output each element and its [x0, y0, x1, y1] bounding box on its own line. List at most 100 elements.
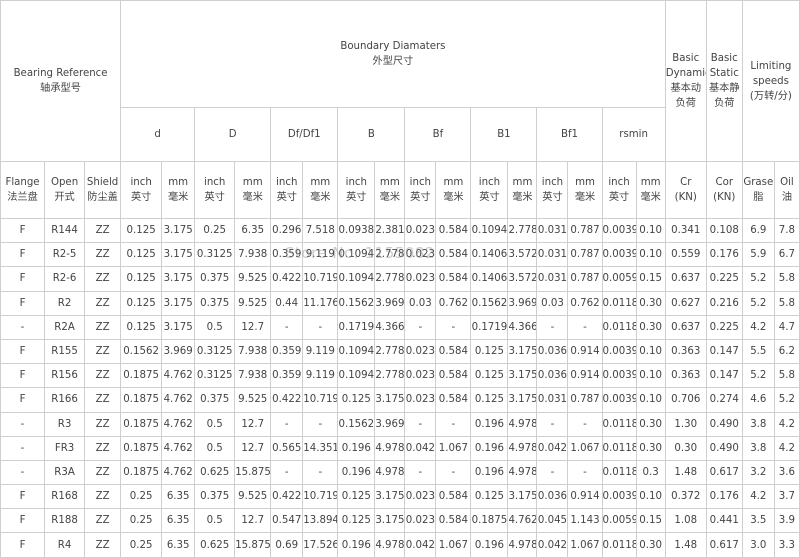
table-cell: 0.0118 — [601, 290, 637, 316]
basic-static-label: Basic Static — [709, 53, 739, 79]
table-cell: 10.719 — [302, 387, 339, 413]
table-cell: 0.5 — [194, 411, 236, 437]
table-cell: ZZ — [84, 508, 122, 534]
unit-inch-label: inch — [130, 177, 152, 188]
unit-open-label: Open — [50, 177, 79, 188]
table-cell: 0.176 — [705, 242, 743, 268]
unit-mm-label-cn: 毫米 — [379, 192, 401, 203]
table-cell: 0.375 — [194, 484, 236, 510]
unit-inch-label-cn: 英寸 — [204, 192, 225, 203]
unit-inch-label-cn: 英寸 — [608, 192, 630, 203]
bearing-spec-table: Bearing Reference 轴承型号 Boundary Diamater… — [0, 0, 800, 558]
table-cell: 12.7 — [234, 314, 272, 340]
table-cell: - — [567, 314, 603, 340]
table-cell: ZZ — [84, 387, 122, 413]
table-row: F R2-5 ZZ 0.125 3.175 0.3125 7.938 0.359 9.119 0.… — [0, 242, 800, 268]
table-cell: 0.422 — [270, 484, 304, 510]
table-cell: 0.0039 — [601, 363, 637, 389]
table-cell: 5.2 — [773, 387, 800, 413]
table-cell: 3.175 — [507, 363, 538, 389]
table-cell: 0.176 — [705, 484, 743, 510]
table-cell: 0.584 — [435, 484, 472, 510]
table-cell: 0.584 — [435, 338, 472, 365]
table-cell: 0.125 — [337, 508, 376, 534]
table-cell: ZZ — [84, 484, 122, 510]
unit-bf1-mm: mm 毫米 — [567, 161, 603, 219]
table-cell: 0.031 — [536, 387, 569, 413]
table-cell: 0.031 — [536, 217, 569, 244]
col-bf1: Bf1 — [536, 107, 603, 162]
table-cell: 0.637 — [664, 266, 707, 292]
table-cell: 0.0938 — [337, 217, 376, 244]
table-cell: 0.03 — [536, 290, 569, 316]
table-cell: 0.1094 — [337, 338, 376, 365]
unit-cr-unit: (KN) — [674, 192, 697, 203]
table-cell: 0.1094 — [470, 217, 509, 244]
table-cell: 0.10 — [635, 338, 666, 365]
unit-grease-label: Grase — [743, 177, 774, 188]
table-cell: 4.366 — [374, 314, 406, 340]
unit-mm-label: mm — [575, 177, 595, 188]
unit-d-mm: mm 毫米 — [161, 161, 196, 219]
table-cell: 0.30 — [635, 532, 666, 558]
table-row: - FR3 ZZ 0.1875 4.762 0.5 12.7 0.565 14.351 0.196… — [0, 435, 800, 461]
table-cell: 0.0059 — [601, 508, 637, 534]
table-cell: 0.914 — [567, 484, 603, 510]
bearing-reference-label: Bearing Reference — [13, 68, 108, 79]
table-cell: 10.719 — [302, 484, 339, 510]
table-row: F R166 ZZ 0.1875 4.762 0.375 9.525 0.422 10.719 0… — [0, 387, 800, 413]
limiting-speeds-label: Limiting speeds — [750, 60, 792, 87]
table-cell: - — [0, 314, 46, 340]
table-cell: 0.1562 — [337, 411, 376, 437]
table-cell: F — [0, 242, 46, 268]
table-cell: 17.526 — [302, 532, 339, 558]
table-cell: R168 — [44, 484, 86, 510]
table-cell: 6.35 — [161, 484, 196, 510]
table-cell: 0.706 — [664, 387, 707, 413]
table-cell: 2.778 — [374, 338, 406, 365]
table-cell: R2 — [44, 290, 86, 316]
table-cell: 0.125 — [120, 314, 163, 340]
table-cell: 0.0118 — [601, 314, 637, 340]
table-cell: 2.381 — [374, 217, 406, 244]
table-cell: F — [0, 363, 46, 389]
table-cell: 3.175 — [507, 338, 538, 365]
table-cell: 0.1875 — [470, 508, 509, 534]
table-cell: R155 — [44, 338, 86, 365]
unit-inch-label-cn: 英寸 — [130, 192, 152, 203]
table-cell: ZZ — [84, 217, 122, 244]
table-row: - R2A ZZ 0.125 3.175 0.5 12.7- -0.1719 4.366- -0.… — [0, 314, 800, 340]
basic-static-label-cn: 基本静负荷 — [708, 83, 740, 109]
table-cell: 15.875 — [234, 459, 272, 486]
table-cell: 0.584 — [435, 508, 472, 534]
table-cell: 6.35 — [234, 217, 272, 244]
table-cell: 0.69 — [270, 532, 304, 558]
table-cell: 4.978 — [507, 435, 538, 461]
table-cell: 0.1562 — [470, 290, 509, 316]
table-cell: 0.0118 — [601, 435, 637, 461]
table-cell: 0.617 — [705, 459, 743, 486]
table-cell: 0.3125 — [194, 242, 236, 268]
table-cell: 9.525 — [234, 387, 272, 413]
table-cell: 0.422 — [270, 266, 304, 292]
table-cell: 3.175 — [161, 242, 196, 268]
col-d: d — [120, 107, 196, 162]
unit-shield: Shield 防尘盖 — [84, 161, 122, 219]
col-bf: Bf — [404, 107, 472, 162]
table-cell: 3.175 — [507, 387, 538, 413]
table-cell: 1.143 — [567, 508, 603, 534]
table-cell: 3.969 — [161, 338, 196, 365]
table-cell: 0.25 — [194, 217, 236, 244]
table-cell: 4.7 — [773, 314, 800, 340]
table-cell: 0.359 — [270, 363, 304, 389]
basic-dynamic-label-cn: 基本动负荷 — [670, 83, 702, 109]
table-cell: 1.067 — [567, 532, 603, 558]
unit-bf1-inch: inch 英寸 — [536, 161, 569, 219]
table-body: F R144 ZZ 0.125 3.175 0.25 6.35 0.296 7.518 0.093… — [0, 217, 800, 558]
table-cell: 0.1875 — [120, 435, 163, 461]
table-cell: - — [435, 459, 472, 486]
table-cell: 6.2 — [773, 338, 800, 365]
table-cell: 5.2 — [741, 363, 775, 389]
table-cell: ZZ — [84, 363, 122, 389]
table-cell: 4.762 — [161, 459, 196, 486]
